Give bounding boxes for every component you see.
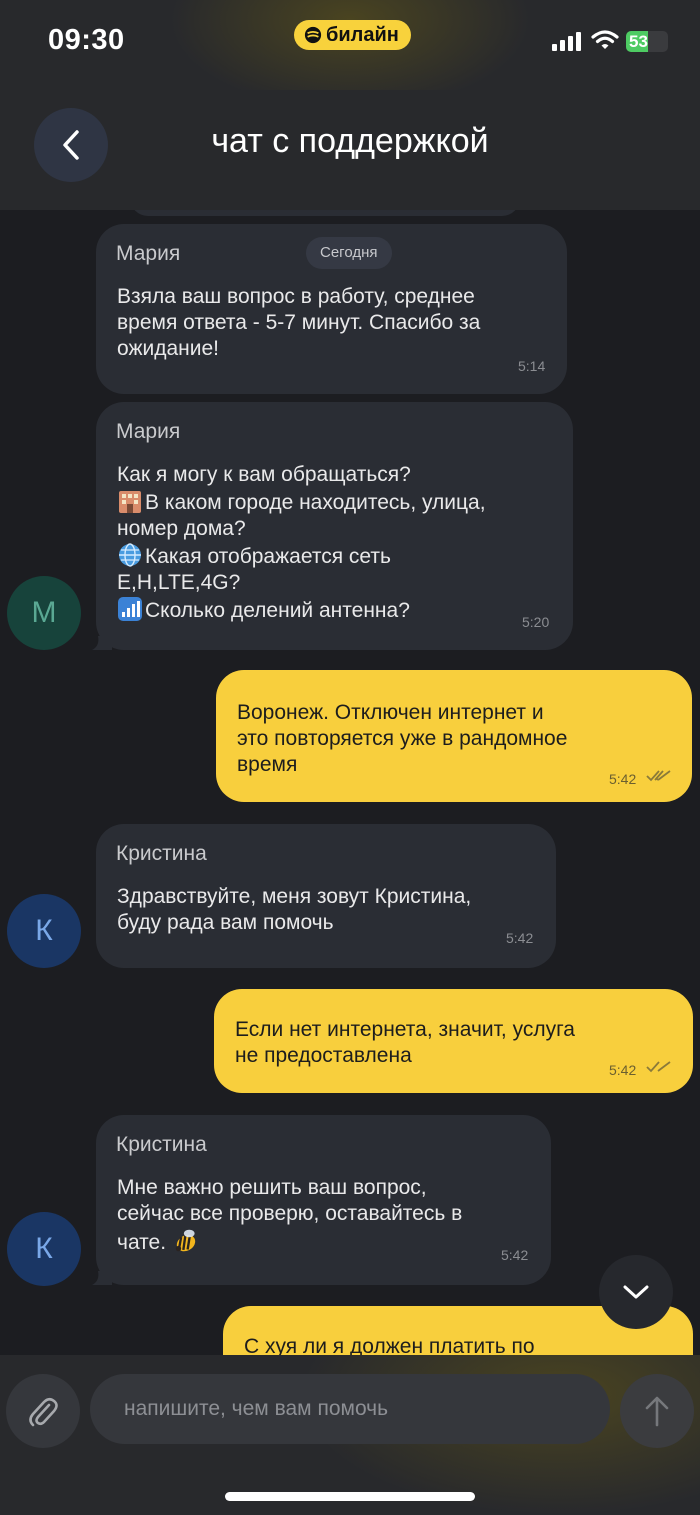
message-bubble-incoming[interactable]: Мария Сегодня Взяла ваш вопрос в работу,…	[96, 224, 567, 394]
paperclip-icon	[29, 1397, 58, 1427]
avatar[interactable]: М	[7, 576, 81, 650]
message-line-text: Какая отображается сеть	[145, 545, 391, 568]
message-text: Если нет интернета, значит, услуга не пр…	[235, 1018, 575, 1067]
message-line: Как я могу к вам обращаться?	[117, 463, 411, 486]
hotel-emoji-icon	[119, 491, 141, 513]
attach-button[interactable]	[6, 1374, 80, 1448]
message-text-body: Мне важно решить ваш вопрос, сейчас все …	[117, 1176, 463, 1254]
message-text: С хуя ли я должен платить по	[244, 1335, 535, 1355]
message-bubble-incoming[interactable]: Кристина Мне важно решить ваш вопрос, се…	[96, 1115, 551, 1285]
globe-emoji-icon	[119, 543, 141, 567]
home-indicator[interactable]	[225, 1492, 475, 1501]
arrow-up-icon	[645, 1396, 669, 1427]
message-sender: Кристина	[116, 1133, 207, 1156]
message-line: Какая отображается сеть	[117, 542, 486, 570]
wifi-icon	[591, 30, 619, 49]
message-time: 5:42	[501, 1247, 529, 1263]
message-text: Воронеж. Отключен интернет и это повторя…	[237, 701, 568, 776]
message-sender: Мария	[116, 242, 181, 265]
status-time: 09:30	[48, 24, 125, 56]
message-text: Взяла ваш вопрос в работу, среднее время…	[117, 285, 481, 360]
bee-emoji-icon	[175, 1229, 196, 1252]
message-line: номер дома?	[117, 517, 246, 540]
message-line: В каком городе находитесь, улица,	[117, 488, 486, 516]
message-line: Сколько делений антенна?	[117, 596, 486, 624]
message-bubble-outgoing[interactable]: Если нет интернета, значит, услуга не пр…	[214, 989, 693, 1093]
carrier-name: билайн	[326, 23, 399, 46]
message-line: E,H,LTE,4G?	[117, 571, 241, 594]
carrier-badge: билайн	[294, 20, 411, 50]
message-time: 5:42	[609, 1062, 637, 1078]
chat-messages[interactable]: Мария Сегодня Взяла ваш вопрос в работу,…	[0, 210, 700, 1355]
cellular-signal-icon	[552, 32, 581, 51]
message-composer	[0, 1355, 700, 1515]
message-line-text: В каком городе находитесь, улица,	[145, 491, 486, 514]
battery-indicator: 53	[626, 31, 668, 52]
message-line-text: Сколько делений антенна?	[145, 599, 410, 622]
message-sender: Мария	[116, 420, 181, 443]
message-time: 5:14	[518, 358, 546, 374]
chat-header: чат с поддержкой	[0, 90, 700, 210]
message-sender: Кристина	[116, 842, 207, 865]
double-check-icon	[646, 1061, 671, 1073]
bubble-tail	[92, 636, 112, 650]
status-bar: 09:30 билайн 53	[0, 0, 700, 90]
battery-percentage: 53	[629, 32, 648, 51]
chevron-down-icon	[623, 1285, 649, 1299]
message-text: Как я могу к вам обращаться? В каком гор…	[117, 462, 486, 624]
double-check-icon	[646, 770, 671, 782]
avatar[interactable]: К	[7, 1212, 81, 1286]
send-button[interactable]	[620, 1374, 694, 1448]
message-time: 5:20	[522, 614, 550, 630]
date-chip: Сегодня	[306, 237, 392, 269]
antenna-bars-emoji-icon	[118, 597, 142, 621]
scroll-to-bottom-button[interactable]	[599, 1255, 673, 1329]
message-time: 5:42	[609, 771, 637, 787]
message-time: 5:42	[506, 930, 534, 946]
message-input[interactable]	[90, 1374, 610, 1444]
message-text: Здравствуйте, меня зовут Кристина, буду …	[117, 885, 472, 934]
message-bubble-outgoing[interactable]: Воронеж. Отключен интернет и это повторя…	[216, 670, 692, 802]
avatar[interactable]: К	[7, 894, 81, 968]
beeline-logo-icon	[304, 26, 322, 44]
message-bubble-incoming[interactable]: Мария Как я могу к вам обращаться? В как…	[96, 402, 573, 650]
message-text: Мне важно решить ваш вопрос, сейчас все …	[117, 1175, 462, 1256]
message-bubble-incoming[interactable]: Кристина Здравствуйте, меня зовут Кристи…	[96, 824, 556, 968]
page-title: чат с поддержкой	[211, 122, 489, 160]
message-bubble-partial	[130, 210, 520, 216]
bubble-tail	[92, 1271, 112, 1285]
